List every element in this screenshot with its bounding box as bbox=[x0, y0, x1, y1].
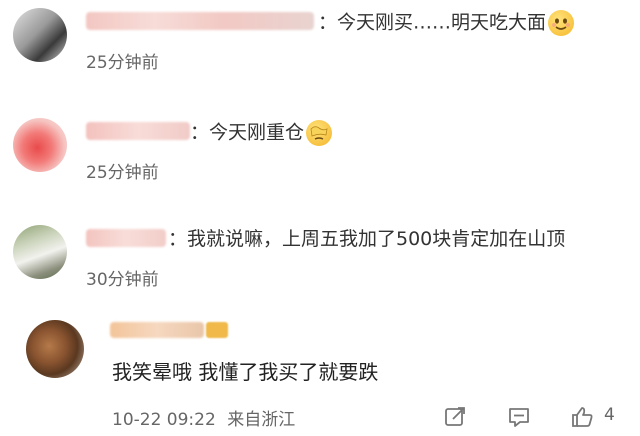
comment-text: ：今天刚重仓 bbox=[190, 120, 333, 146]
username-blurred[interactable] bbox=[86, 122, 190, 140]
reply-location: 来自浙江 bbox=[227, 410, 296, 430]
comment-time: 25分钟前 bbox=[86, 53, 159, 73]
like-count: 4 bbox=[604, 405, 615, 425]
comment-time: 30分钟前 bbox=[86, 270, 159, 290]
comment-text: ：今天刚买……明天吃大面 bbox=[318, 10, 575, 36]
reply-footer: 10-22 09:22 来自浙江 4 bbox=[0, 405, 640, 430]
like-icon bbox=[570, 405, 596, 433]
comment-time: 25分钟前 bbox=[86, 163, 159, 183]
reply-meta: 10-22 09:22 来自浙江 bbox=[112, 405, 295, 430]
comment-text: ：我就说嘛，上周五我加了500块肯定加在山顶 bbox=[168, 227, 565, 251]
username-blurred[interactable] bbox=[86, 12, 314, 30]
comment-item: ：今天刚重仓 25分钟前 bbox=[0, 106, 640, 186]
avatar[interactable] bbox=[26, 320, 84, 378]
avatar[interactable] bbox=[13, 118, 67, 172]
comment-text-content: ：我就说嘛，上周五我加了500块肯定加在山顶 bbox=[168, 228, 566, 250]
username-blurred[interactable] bbox=[110, 322, 204, 338]
comment-text-content: ：今天刚重仓 bbox=[190, 121, 305, 144]
shy-smile-emoji-icon bbox=[548, 10, 575, 36]
username-blurred[interactable] bbox=[86, 229, 166, 247]
reply-datetime: 10-22 09:22 bbox=[112, 410, 216, 430]
facepalm-emoji-icon bbox=[306, 120, 333, 146]
comment-text-content: ：今天刚买……明天吃大面 bbox=[318, 11, 547, 34]
vip-badge-icon bbox=[206, 322, 228, 338]
share-icon[interactable] bbox=[443, 405, 467, 433]
comment-icon[interactable] bbox=[507, 405, 531, 433]
comment-item: ：今天刚买……明天吃大面 25分钟前 bbox=[0, 0, 640, 80]
comment-item: ：我就说嘛，上周五我加了500块肯定加在山顶 30分钟前 bbox=[0, 215, 640, 295]
reply-text: 我笑晕哦 我懂了我买了就要跌 bbox=[112, 360, 379, 384]
avatar[interactable] bbox=[13, 225, 67, 279]
avatar[interactable] bbox=[13, 8, 67, 62]
